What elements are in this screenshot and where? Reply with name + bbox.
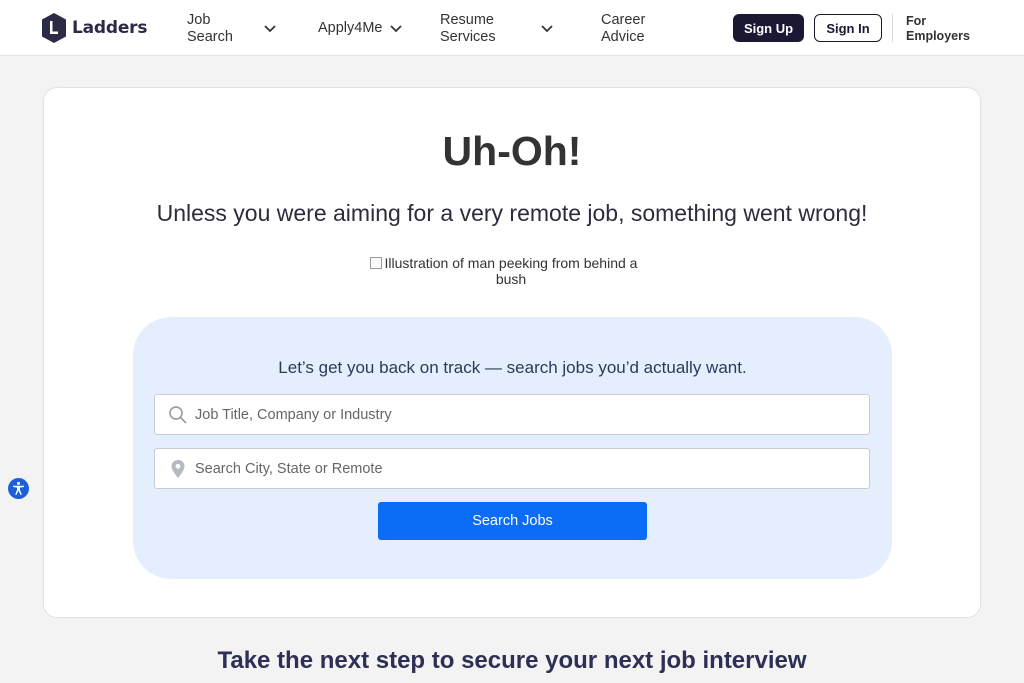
- location-field[interactable]: [154, 448, 870, 489]
- error-headline: Uh-Oh!: [442, 128, 582, 174]
- for-employers-line1: For: [906, 14, 927, 28]
- keyword-field[interactable]: [154, 394, 870, 435]
- nav-label-line2: Services: [440, 29, 496, 45]
- broken-image-icon: [370, 257, 382, 269]
- location-input[interactable]: [195, 449, 855, 488]
- nav-resume-services[interactable]: Resume Services: [440, 12, 554, 46]
- next-step-heading: Take the next step to secure your next j…: [217, 647, 807, 674]
- error-illustration-alt: Illustration of man peeking from behind …: [384, 255, 638, 287]
- error-subline: Unless you were aiming for a very remote…: [156, 200, 868, 226]
- chevron-down-icon: [540, 25, 553, 33]
- nav-resume-services-label: Resume Services: [440, 12, 496, 46]
- site-header: Ladders Job Search Apply4Me Resume Servi…: [0, 0, 1024, 56]
- nav-apply4me-label: Apply4Me: [318, 20, 383, 36]
- nav-job-search-label: Job Search: [187, 12, 233, 46]
- search-panel-title: Let’s get you back on track — search job…: [278, 358, 747, 377]
- nav-career-advice[interactable]: Career Advice: [601, 12, 645, 46]
- error-illustration: Illustration of man peeking from behind …: [370, 255, 652, 287]
- for-employers-link[interactable]: For Employers: [906, 14, 986, 43]
- search-panel: Let’s get you back on track — search job…: [133, 317, 892, 579]
- nav-label-line1: Career: [601, 12, 646, 28]
- accessibility-button[interactable]: [8, 478, 29, 499]
- ladders-logo-icon: [42, 13, 66, 43]
- chevron-down-icon: [264, 25, 276, 33]
- for-employers-line2: Employers: [906, 28, 970, 43]
- accessibility-icon: [13, 481, 24, 495]
- search-icon: [169, 406, 187, 424]
- nav-label-line2: Search: [187, 29, 233, 45]
- nav-job-search[interactable]: Job Search: [187, 12, 277, 46]
- nav-divider: [892, 14, 893, 42]
- nav-label-line1: Resume: [440, 12, 494, 28]
- logo[interactable]: Ladders: [42, 12, 147, 44]
- sign-up-button[interactable]: Sign Up: [733, 14, 804, 42]
- search-jobs-button[interactable]: Search Jobs: [378, 502, 647, 540]
- nav-label-line2: Advice: [601, 29, 645, 45]
- nav-apply4me[interactable]: Apply4Me: [318, 20, 403, 37]
- nav-label-line1: Job: [187, 12, 211, 28]
- location-pin-icon: [171, 460, 185, 478]
- error-card: Uh-Oh! Unless you were aiming for a very…: [43, 87, 981, 618]
- keyword-input[interactable]: [195, 395, 855, 434]
- sign-in-button[interactable]: Sign In: [814, 14, 882, 42]
- nav-career-advice-label: Career Advice: [601, 12, 645, 46]
- chevron-down-icon: [390, 24, 403, 32]
- logo-text: Ladders: [72, 18, 148, 38]
